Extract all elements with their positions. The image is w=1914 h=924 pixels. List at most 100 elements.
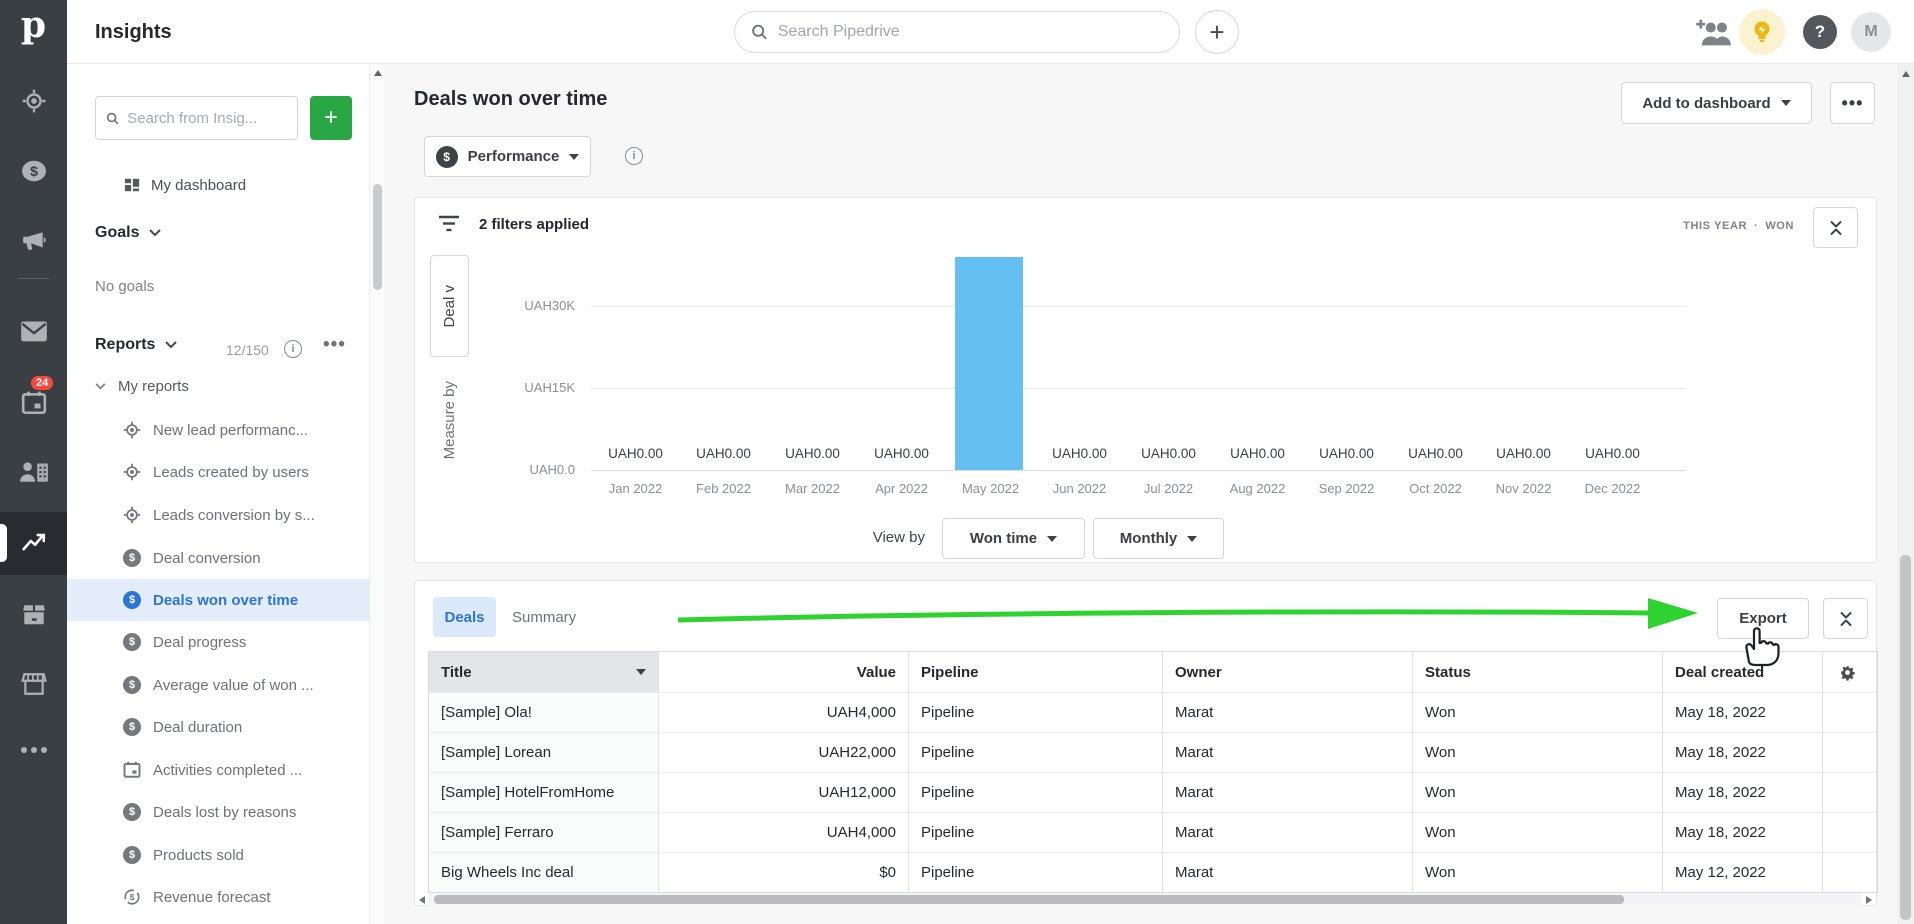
reports-more-icon[interactable]: ••• — [323, 334, 346, 356]
pipedrive-logo[interactable]: p — [0, 4, 67, 46]
campaigns-nav-icon[interactable] — [0, 227, 67, 258]
sidebar-item-my-dashboard[interactable]: My dashboard — [67, 167, 369, 203]
sidebar-scrollbar[interactable] — [369, 64, 385, 924]
scroll-up-arrow[interactable] — [374, 70, 382, 76]
report-item[interactable]: $ Deal conversion — [67, 537, 369, 579]
report-item-label: Average value of won ... — [153, 677, 314, 694]
avatar[interactable]: M — [1851, 12, 1891, 52]
scroll-up-arrow[interactable] — [1902, 71, 1910, 77]
cell-title[interactable]: [Sample] Lorean — [429, 733, 659, 772]
my-dashboard-label: My dashboard — [151, 177, 246, 194]
column-header-owner[interactable]: Owner — [1163, 652, 1413, 692]
cell-title[interactable]: Big Wheels Inc deal — [429, 853, 659, 892]
mail-nav-icon[interactable] — [0, 320, 67, 349]
table-row[interactable]: [Sample] Ferraro UAH4,000 Pipeline Marat… — [429, 812, 1877, 852]
collapse-table-button[interactable] — [1823, 598, 1868, 639]
cell-value: UAH4,000 — [659, 813, 909, 852]
reports-info-icon[interactable]: i — [284, 340, 302, 358]
report-item-label: New lead performanc... — [153, 422, 308, 439]
create-report-button[interactable]: + — [310, 96, 352, 140]
chart-value-label: UAH0.00 — [1302, 446, 1391, 461]
filter-icon[interactable] — [438, 215, 460, 237]
quick-add-button[interactable]: + — [1195, 10, 1239, 54]
my-reports-group[interactable]: My reports — [95, 378, 189, 395]
cell-empty — [1823, 693, 1871, 732]
cell-title[interactable]: [Sample] Ola! — [429, 693, 659, 732]
hscroll-left-arrow[interactable] — [419, 896, 425, 904]
activities-nav-icon[interactable] — [0, 390, 67, 421]
bar-may-2022[interactable] — [955, 257, 1023, 470]
marketplace-nav-icon[interactable] — [0, 671, 67, 702]
scrollbar-thumb[interactable] — [373, 184, 382, 290]
cell-title[interactable]: [Sample] HotelFromHome — [429, 773, 659, 812]
leads-nav-icon[interactable] — [0, 88, 67, 119]
view-by-time-dropdown[interactable]: Won time — [942, 518, 1085, 559]
hscrollbar-thumb[interactable] — [434, 895, 1624, 904]
column-header-status[interactable]: Status — [1413, 652, 1663, 692]
column-settings-button[interactable] — [1823, 652, 1871, 692]
whats-new-button[interactable] — [1739, 9, 1785, 55]
chart-month-label: Jan 2022 — [591, 481, 680, 496]
main-scrollbar[interactable] — [1897, 64, 1914, 924]
goals-header[interactable]: Goals — [95, 224, 161, 242]
products-nav-icon[interactable] — [0, 602, 67, 633]
insights-search-input[interactable] — [127, 110, 287, 127]
table-row[interactable]: Big Wheels Inc deal $0 Pipeline Marat Wo… — [429, 852, 1877, 892]
report-item-deals-won-over-time[interactable]: $ Deals won over time — [67, 579, 369, 621]
table-body: [Sample] Ola! UAH4,000 Pipeline Marat Wo… — [429, 692, 1877, 892]
calendar-icon — [123, 761, 141, 779]
column-header-value[interactable]: Value — [659, 652, 909, 692]
hscroll-right-arrow[interactable] — [1866, 896, 1872, 904]
add-to-dashboard-button[interactable]: Add to dashboard — [1621, 82, 1812, 124]
measure-field-dropdown[interactable]: Deal v — [430, 255, 469, 357]
report-item[interactable]: $ Deals lost by reasons — [67, 791, 369, 833]
report-more-button[interactable]: ••• — [1830, 82, 1875, 124]
help-button[interactable]: ? — [1803, 15, 1837, 49]
report-item[interactable]: $ Products sold — [67, 834, 369, 876]
column-header-title[interactable]: Title — [429, 652, 659, 692]
chart-value-label: UAH0.00 — [1035, 446, 1124, 461]
table-row[interactable]: [Sample] Lorean UAH22,000 Pipeline Marat… — [429, 732, 1877, 772]
target-icon — [21, 88, 47, 114]
cell-pipeline: Pipeline — [909, 773, 1163, 812]
goals-title: Goals — [95, 224, 139, 242]
filters-applied-label[interactable]: 2 filters applied — [479, 216, 589, 233]
global-search[interactable] — [734, 11, 1180, 53]
report-info-icon[interactable]: i — [625, 147, 643, 165]
reports-header[interactable]: Reports — [95, 336, 177, 354]
insights-search[interactable] — [95, 96, 298, 140]
report-item[interactable]: $ Deal progress — [67, 621, 369, 663]
table-row[interactable]: [Sample] HotelFromHome UAH12,000 Pipelin… — [429, 772, 1877, 812]
export-button[interactable]: Export — [1717, 598, 1809, 639]
report-item[interactable]: Leads conversion by s... — [67, 494, 369, 536]
insights-nav-icon[interactable] — [0, 528, 67, 559]
add-to-dashboard-label: Add to dashboard — [1642, 95, 1770, 112]
contacts-nav-icon[interactable] — [0, 459, 67, 488]
cell-status: Won — [1413, 853, 1663, 892]
table-row[interactable]: [Sample] Ola! UAH4,000 Pipeline Marat Wo… — [429, 692, 1877, 732]
scrollbar-thumb[interactable] — [1900, 555, 1911, 920]
global-search-input[interactable] — [778, 23, 1163, 41]
collapse-chart-button[interactable] — [1813, 207, 1858, 248]
report-title: Deals won over time — [414, 88, 607, 111]
report-item[interactable]: New lead performanc... — [67, 409, 369, 451]
column-header-deal-created[interactable]: Deal created — [1663, 652, 1823, 692]
view-by-label: View by — [845, 529, 925, 546]
report-item[interactable]: Leads created by users — [67, 451, 369, 493]
invite-users-button[interactable] — [1694, 17, 1732, 52]
report-item[interactable]: $ Deal duration — [67, 706, 369, 748]
tab-summary[interactable]: Summary — [512, 597, 576, 637]
dollar-icon: $ — [123, 676, 141, 694]
report-item[interactable]: $ Average value of won ... — [67, 664, 369, 706]
deals-nav-icon[interactable]: $ — [0, 158, 67, 189]
report-item[interactable]: $ Revenue forecast — [67, 876, 369, 918]
table-horizontal-scrollbar[interactable] — [428, 893, 1861, 906]
tab-deals[interactable]: Deals — [433, 597, 496, 637]
column-header-pipeline[interactable]: Pipeline — [909, 652, 1163, 692]
report-item[interactable]: Activities completed ... — [67, 749, 369, 791]
cell-title[interactable]: [Sample] Ferraro — [429, 813, 659, 852]
view-by-granularity-dropdown[interactable]: Monthly — [1093, 518, 1224, 559]
more-nav-icon[interactable] — [0, 742, 67, 760]
dollar-icon: $ — [123, 591, 141, 609]
report-type-selector[interactable]: $ Performance — [424, 136, 591, 177]
